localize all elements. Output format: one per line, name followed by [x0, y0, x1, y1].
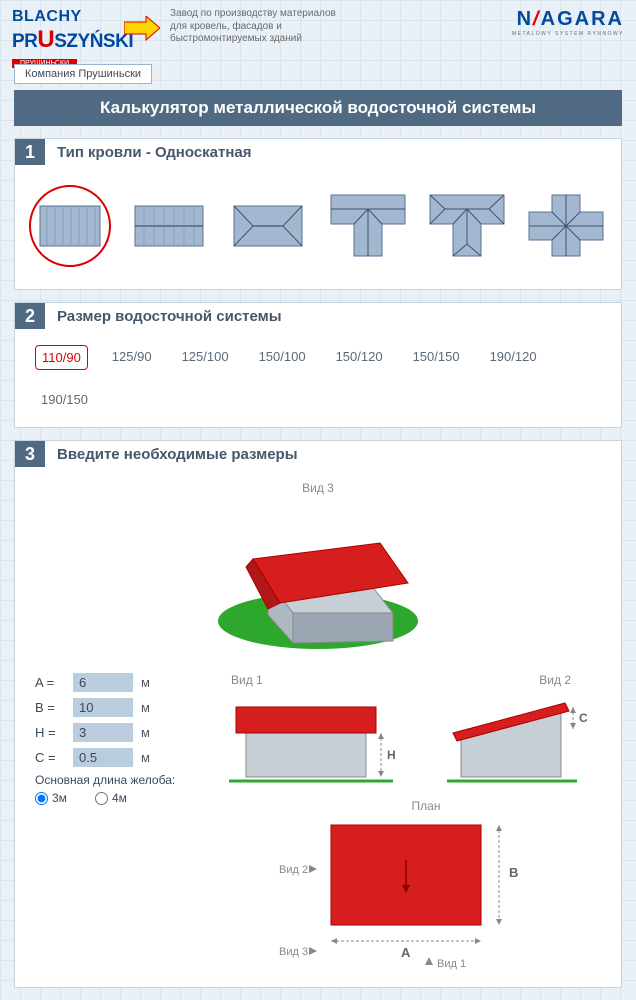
size-option[interactable]: 150/150: [407, 345, 466, 370]
isometric-diagram: [35, 503, 601, 673]
unit: м: [141, 750, 150, 765]
input-H[interactable]: [73, 723, 133, 742]
step-title: Тип кровли - Односкатная: [45, 144, 252, 161]
svg-text:Вид 1: Вид 1: [437, 958, 466, 970]
label-H: H =: [35, 725, 65, 740]
page-title: Калькулятор металлической водосточной си…: [14, 90, 622, 126]
size-option[interactable]: 125/90: [106, 345, 158, 370]
radio-4m[interactable]: 4м: [95, 791, 127, 805]
roof-option-cross[interactable]: [525, 185, 607, 267]
step-number: 2: [15, 303, 45, 329]
elevation-diagrams: H C: [221, 689, 601, 789]
view-label-3d: Вид 3: [35, 477, 601, 503]
dim-label-A: A: [401, 945, 411, 960]
size-option[interactable]: 150/100: [253, 345, 312, 370]
svg-text:Вид 3: Вид 3: [279, 946, 308, 958]
size-option[interactable]: 125/100: [176, 345, 235, 370]
roof-option-t-hip[interactable]: [426, 185, 508, 267]
unit: м: [141, 700, 150, 715]
roof-option-gable[interactable]: [128, 185, 210, 267]
dim-label-B: B: [509, 865, 518, 880]
logo-blachy-pruszynski: BLACHY PRUSZYŃSKI ПРУШИНЬСКИ: [12, 8, 154, 60]
radio-3m[interactable]: 3м: [35, 791, 67, 805]
step-title: Введите необходимые размеры: [45, 446, 298, 463]
plan-diagram: B A Вид 2 Вид 3 Вид 1: [221, 815, 601, 975]
label-B: B =: [35, 700, 65, 715]
company-tab[interactable]: Компания Прушиньски: [14, 64, 152, 84]
dim-label-H: H: [387, 748, 396, 762]
plan-label: План: [221, 789, 601, 815]
size-option[interactable]: 190/150: [35, 388, 94, 411]
step-title: Размер водосточной системы: [45, 308, 282, 325]
panel-dimensions: 3 Введите необходимые размеры Вид 3 A = м…: [14, 440, 622, 988]
panel-roof-type: 1 Тип кровли - Односкатная: [14, 138, 622, 290]
dim-label-C: C: [579, 711, 588, 725]
step-number: 3: [15, 441, 45, 467]
input-B[interactable]: [73, 698, 133, 717]
roof-option-t-shape[interactable]: [327, 185, 409, 267]
label-A: A =: [35, 675, 65, 690]
size-option[interactable]: 150/120: [330, 345, 389, 370]
view-label-1: Вид 1: [231, 673, 263, 687]
header-description: Завод по производству материалов для кро…: [170, 8, 496, 46]
size-option[interactable]: 110/90: [35, 345, 88, 370]
input-C[interactable]: [73, 748, 133, 767]
arrow-icon: [124, 16, 160, 50]
roof-option-monopitch[interactable]: [29, 185, 111, 267]
label-C: C =: [35, 750, 65, 765]
step-number: 1: [15, 139, 45, 165]
size-option[interactable]: 190/120: [484, 345, 543, 370]
view-label-2: Вид 2: [539, 673, 571, 687]
header: BLACHY PRUSZYŃSKI ПРУШИНЬСКИ Завод по пр…: [0, 0, 636, 64]
unit: м: [141, 725, 150, 740]
svg-text:Вид 2: Вид 2: [279, 864, 308, 876]
input-A[interactable]: [73, 673, 133, 692]
unit: м: [141, 675, 150, 690]
panel-system-size: 2 Размер водосточной системы 110/90 125/…: [14, 302, 622, 428]
gutter-length-label: Основная длина желоба:: [35, 773, 193, 787]
logo-niagara: N/AGARA METALOWY SYSTEM RYNNOWY: [512, 8, 624, 37]
roof-option-hip[interactable]: [227, 185, 309, 267]
